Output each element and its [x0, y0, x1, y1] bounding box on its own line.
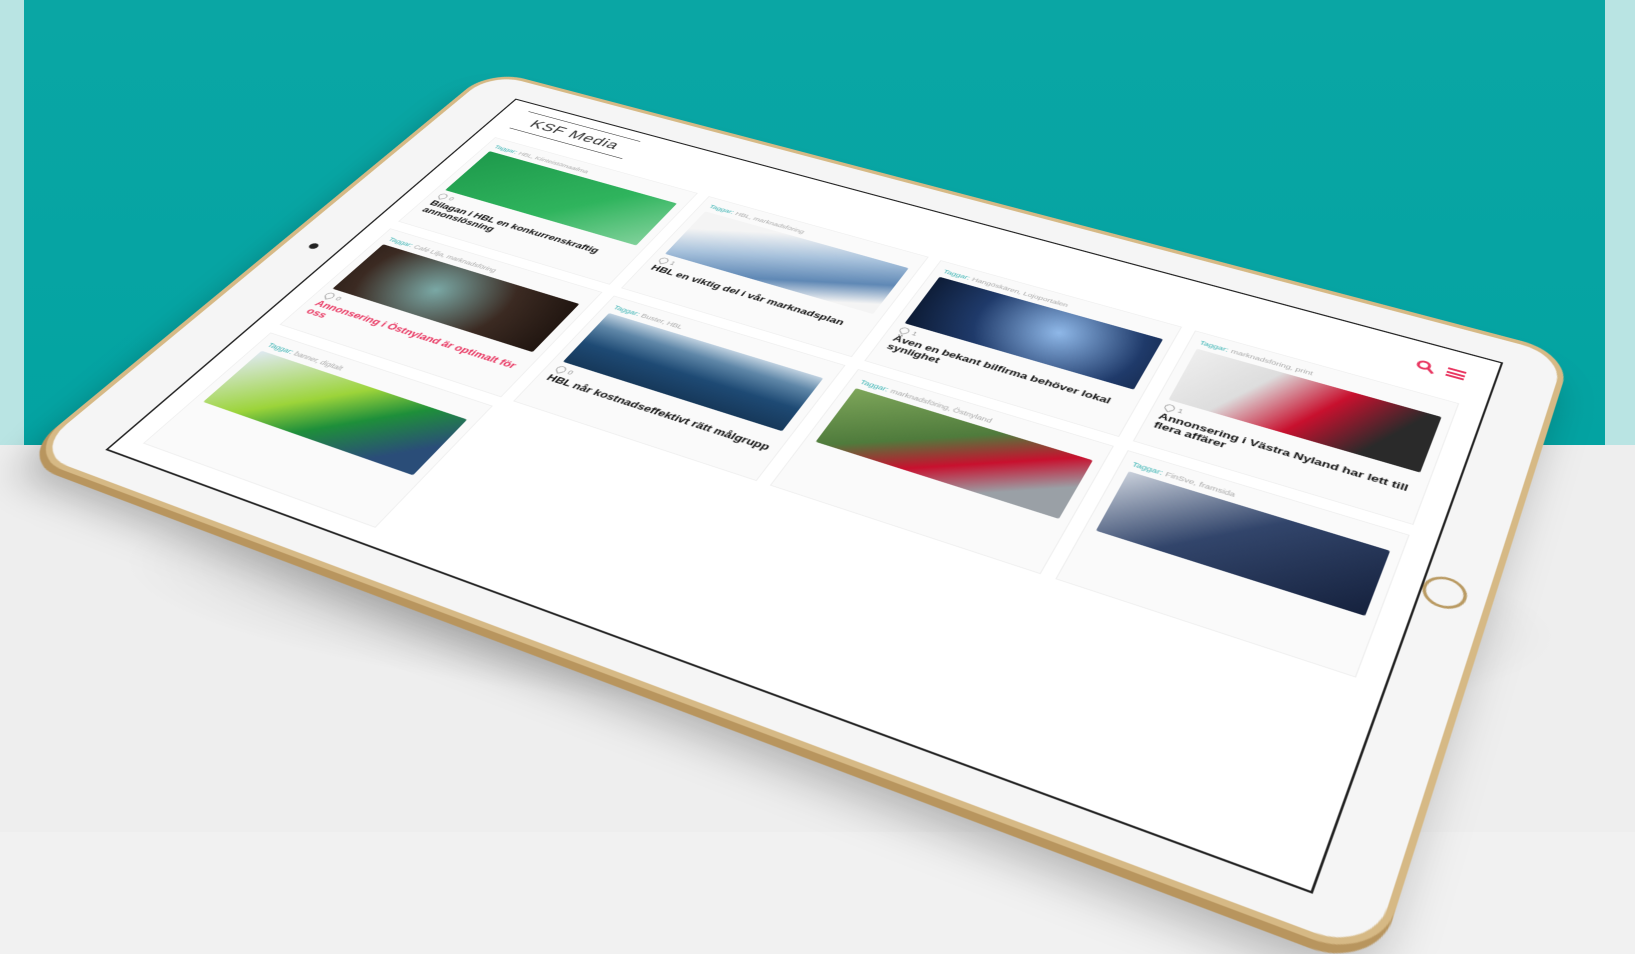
- heart-icon[interactable]: [898, 326, 911, 335]
- background-strip-left: [0, 0, 24, 445]
- heart-icon[interactable]: [437, 193, 449, 200]
- card-likes-count: 1: [910, 330, 919, 338]
- header-icons: [1415, 359, 1467, 381]
- heart-icon[interactable]: [657, 256, 670, 265]
- heart-icon[interactable]: [554, 365, 567, 374]
- card-likes-count: 0: [565, 368, 576, 377]
- card-likes-count: 0: [446, 195, 457, 202]
- menu-icon[interactable]: [1445, 367, 1467, 381]
- card-likes-count: 1: [668, 260, 678, 267]
- camera-dot: [306, 242, 321, 250]
- card-likes-count: 0: [333, 295, 344, 302]
- card-likes-count: 1: [1176, 407, 1185, 415]
- heart-icon[interactable]: [324, 292, 336, 300]
- search-icon[interactable]: [1415, 359, 1433, 372]
- background-strip-right: [1605, 0, 1635, 445]
